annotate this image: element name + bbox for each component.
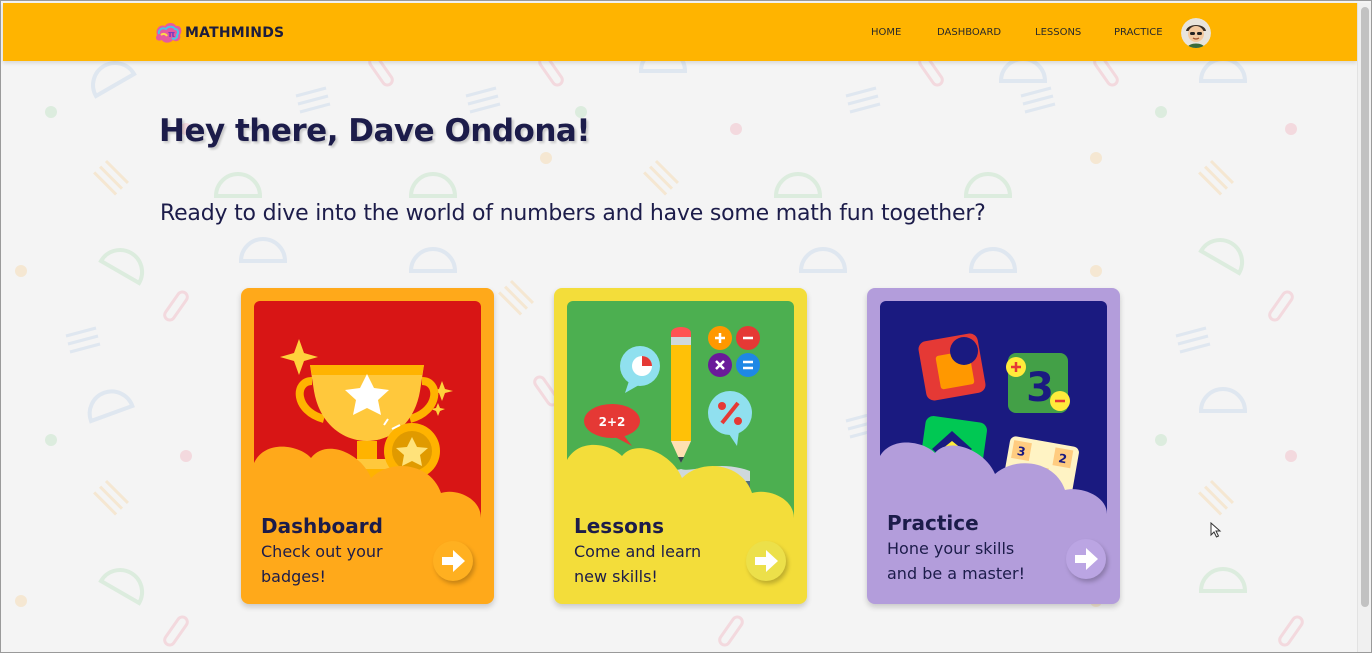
avatar-icon — [1181, 18, 1211, 48]
dashboard-arrow-button[interactable] — [433, 541, 473, 581]
mouse-cursor-icon — [1210, 522, 1222, 538]
dashboard-card-title: Dashboard — [261, 514, 383, 538]
hero-subtitle: Ready to dive into the world of numbers … — [160, 201, 986, 226]
lessons-card-description: Come and learn new skills! — [574, 542, 702, 586]
brand-logo[interactable]: π MATHMINDS — [153, 21, 284, 45]
practice-card-description: Hone your skills and be a master! — [887, 539, 1025, 583]
dashboard-card[interactable]: Dashboard Check out your badges! — [241, 288, 494, 604]
top-navbar: π MATHMINDS HOME DASHBOARD LESSONS PRACT… — [3, 3, 1357, 61]
brain-logo-icon: π — [155, 23, 182, 43]
nav-dashboard-link[interactable]: DASHBOARD — [937, 27, 1001, 38]
svg-text:π: π — [168, 30, 175, 40]
vertical-scrollbar[interactable] — [1357, 3, 1371, 652]
greeting-heading: Hey there, Dave Ondona! — [159, 113, 590, 149]
arrow-right-icon — [442, 550, 465, 572]
nav-practice-link[interactable]: PRACTICE — [1114, 27, 1163, 38]
lessons-arrow-button[interactable] — [746, 541, 786, 581]
scrollbar-thumb[interactable] — [1361, 7, 1369, 607]
user-avatar[interactable] — [1181, 18, 1211, 48]
dashboard-card-description: Check out your badges! — [261, 542, 383, 586]
practice-card-title: Practice — [887, 511, 979, 535]
practice-arrow-button[interactable] — [1066, 539, 1106, 579]
lessons-card[interactable]: 2+2 Lessons Come and learn new skills! — [554, 288, 807, 604]
nav-lessons-link[interactable]: LESSONS — [1035, 27, 1081, 38]
nav-home-link[interactable]: HOME — [871, 27, 901, 38]
brand-name: MATHMINDS — [185, 25, 285, 41]
lessons-card-title: Lessons — [574, 514, 664, 538]
practice-card[interactable]: 3 3 2 4 6 Practice Hone your skills and … — [867, 288, 1120, 604]
arrow-right-icon — [755, 550, 778, 572]
arrow-right-icon — [1075, 548, 1098, 570]
